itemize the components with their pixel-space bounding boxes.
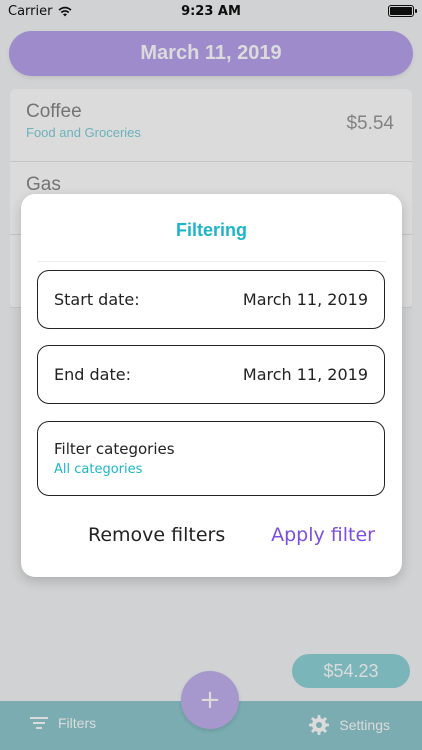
start-date-row: Start date: March 11, 2019 — [38, 271, 384, 328]
filter-categories-value: All categories — [54, 462, 143, 477]
end-date-row: End date: March 11, 2019 — [38, 346, 384, 403]
start-date-value: March 11, 2019 — [242, 290, 368, 309]
start-date-field[interactable]: Start date: March 11, 2019 — [37, 270, 385, 329]
start-date-label: Start date: — [54, 290, 140, 309]
remove-filters-button[interactable]: Remove filters — [88, 524, 225, 546]
modal-actions: Remove filters Apply filter — [21, 524, 402, 554]
apply-filter-button[interactable]: Apply filter — [271, 524, 375, 546]
modal-title: Filtering — [176, 220, 247, 240]
filter-categories-field[interactable]: Filter categories All categories — [37, 421, 385, 496]
end-date-field[interactable]: End date: March 11, 2019 — [37, 345, 385, 404]
modal-divider — [37, 261, 386, 262]
end-date-value: March 11, 2019 — [242, 365, 368, 384]
end-date-label: End date: — [54, 365, 131, 384]
filter-categories-label: Filter categories — [54, 440, 175, 458]
filter-modal: Filtering Start date: March 11, 2019 End… — [21, 194, 402, 577]
